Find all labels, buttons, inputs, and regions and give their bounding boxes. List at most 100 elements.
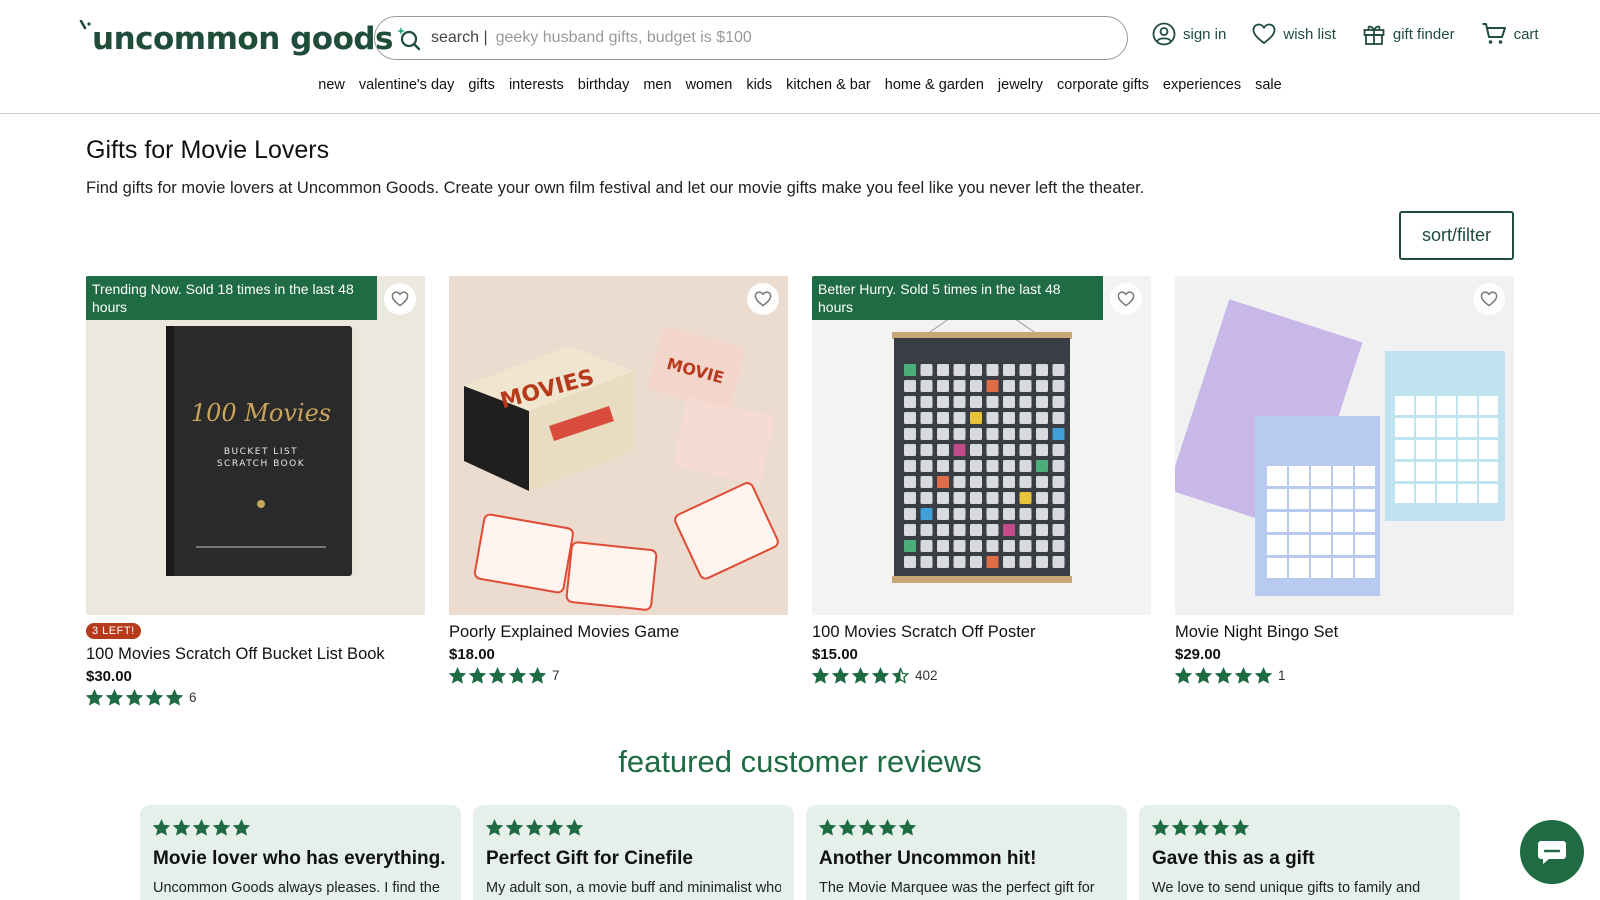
star-icon [166, 689, 183, 706]
review-text: The Movie Marquee was the perfect gift f… [819, 880, 1095, 896]
gift-finder-label: gift finder [1392, 25, 1455, 43]
nav-new[interactable]: new [311, 77, 352, 93]
product-card[interactable]: Better Hurry. Sold 5 times in the last 4… [812, 276, 1151, 684]
star-icon [852, 667, 869, 684]
sign-in-label: sign in [1183, 25, 1227, 43]
star-icon [1215, 667, 1232, 684]
product-card[interactable]: Movie Night Bingo Set $29.00 1 [1175, 276, 1514, 684]
review-card[interactable]: Movie lover who has everything. Uncommon… [140, 805, 461, 900]
review-card[interactable]: Perfect Gift for Cinefile My adult son, … [473, 805, 794, 900]
nav-experiences[interactable]: experiences [1156, 77, 1248, 93]
review-count: 402 [915, 668, 938, 683]
bingo-cards-icon [1175, 299, 1505, 596]
review-text: Uncommon Goods always pleases. I find th… [153, 880, 440, 896]
product-rating: 402 [812, 667, 1151, 684]
product-card[interactable]: MOVIES MOVIE Poorly Explained Movies Gam… [449, 276, 788, 684]
rating-stars [812, 667, 909, 684]
review-count: 6 [189, 690, 197, 705]
cart-link[interactable]: cart [1481, 22, 1539, 46]
review-text: My adult son, a movie buff and minimalis… [486, 880, 781, 896]
gift-finder-link[interactable]: gift finder [1362, 22, 1455, 46]
svg-text:SCRATCH BOOK: SCRATCH BOOK [217, 459, 305, 469]
gift-icon [1363, 25, 1385, 45]
review-title: Perfect Gift for Cinefile [486, 848, 693, 869]
review-card[interactable]: Another Uncommon hit! The Movie Marquee … [806, 805, 1127, 900]
product-name[interactable]: 100 Movies Scratch Off Poster [812, 623, 1151, 642]
black-book-icon: 100 Movies BUCKET LIST SCRATCH BOOK [166, 326, 357, 576]
product-rating: 6 [86, 689, 425, 706]
star-icon [233, 819, 250, 836]
product-image[interactable]: 100 Movies BUCKET LIST SCRATCH BOOK Tren… [86, 276, 425, 615]
star-icon [1235, 667, 1252, 684]
promo-banner: Trending Now. Sold 18 times in the last … [86, 276, 377, 320]
star-icon [839, 819, 856, 836]
user-circle-icon [1152, 22, 1176, 46]
wishlist-heart-button[interactable] [1110, 283, 1142, 315]
wishlist-heart-button[interactable] [747, 283, 779, 315]
review-title: Gave this as a gift [1152, 848, 1315, 869]
search-input[interactable] [495, 29, 1127, 47]
page-title: Gifts for Movie Lovers [86, 136, 330, 164]
search-bar[interactable]: search | [374, 16, 1128, 60]
star-icon [106, 689, 123, 706]
star-icon [86, 689, 103, 706]
sign-in-link[interactable]: sign in [1152, 22, 1226, 46]
search-label: search | [431, 29, 488, 46]
product-image[interactable]: Better Hurry. Sold 5 times in the last 4… [812, 276, 1151, 615]
product-rating: 1 [1175, 667, 1514, 684]
rating-stars [449, 667, 546, 684]
nav-birthday[interactable]: birthday [571, 77, 637, 93]
star-icon [506, 819, 523, 836]
nav-kitchen-bar[interactable]: kitchen & bar [779, 77, 878, 93]
heart-outline-icon [1480, 291, 1498, 307]
heart-outline-icon [391, 291, 409, 307]
product-price: $15.00 [812, 646, 858, 663]
sort-filter-button[interactable]: sort/filter [1399, 211, 1514, 260]
svg-text:100 Movies: 100 Movies [191, 399, 331, 427]
chat-button[interactable] [1520, 820, 1584, 884]
star-icon [899, 819, 916, 836]
product-image[interactable] [1175, 276, 1514, 615]
nav-jewelry[interactable]: jewelry [991, 77, 1050, 93]
product-image[interactable]: MOVIES MOVIE [449, 276, 788, 615]
wishlist-heart-button[interactable] [384, 283, 416, 315]
rating-stars [819, 819, 1114, 836]
nav-corporate-gifts[interactable]: corporate gifts [1050, 77, 1156, 93]
rating-stars [153, 819, 448, 836]
nav-home-garden[interactable]: home & garden [878, 77, 991, 93]
star-icon [153, 819, 170, 836]
product-card[interactable]: 100 Movies BUCKET LIST SCRATCH BOOK Tren… [86, 276, 425, 706]
product-price: $29.00 [1175, 646, 1221, 663]
nav-women[interactable]: women [679, 77, 740, 93]
nav-kids[interactable]: kids [739, 77, 779, 93]
star-icon [1255, 667, 1272, 684]
star-icon [872, 667, 889, 684]
star-icon [469, 667, 486, 684]
star-icon [529, 667, 546, 684]
nav-sale[interactable]: sale [1248, 77, 1289, 93]
cart-icon [1482, 23, 1506, 44]
star-icon [812, 667, 829, 684]
product-name[interactable]: 100 Movies Scratch Off Bucket List Book [86, 645, 425, 664]
product-name[interactable]: Poorly Explained Movies Game [449, 623, 788, 642]
nav-valentines-day[interactable]: valentine's day [352, 77, 461, 93]
star-icon [859, 819, 876, 836]
nav-gifts[interactable]: gifts [461, 77, 502, 93]
main-nav: new valentine's day gifts interests birt… [0, 77, 1600, 93]
star-icon [546, 819, 563, 836]
wishlist-heart-button[interactable] [1473, 283, 1505, 315]
promo-banner: Better Hurry. Sold 5 times in the last 4… [812, 276, 1103, 320]
wish-list-link[interactable]: wish list [1252, 23, 1336, 45]
site-header: uncommon goods search | sign in wish lis… [0, 0, 1600, 114]
brand-logo[interactable]: uncommon goods [79, 18, 394, 60]
star-icon [1212, 819, 1229, 836]
logo-mark-icon [79, 18, 91, 36]
review-text: We love to send unique gifts to family a… [1152, 880, 1421, 896]
nav-men[interactable]: men [636, 77, 678, 93]
poster-icon [892, 295, 1072, 583]
search-icon [395, 25, 421, 51]
nav-interests[interactable]: interests [502, 77, 571, 93]
review-card[interactable]: Gave this as a gift We love to send uniq… [1139, 805, 1460, 900]
product-name[interactable]: Movie Night Bingo Set [1175, 623, 1514, 642]
heart-outline-icon [754, 291, 772, 307]
